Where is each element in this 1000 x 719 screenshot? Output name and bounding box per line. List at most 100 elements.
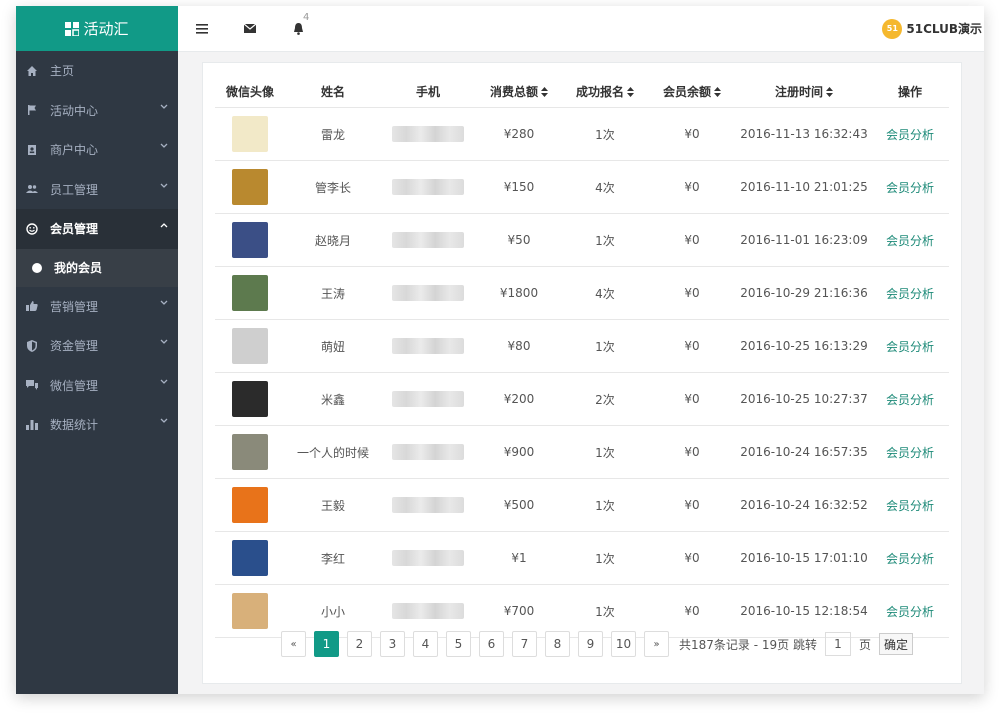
action-cell: 会员分析 <box>871 372 949 426</box>
action-cell: 会员分析 <box>871 478 949 532</box>
total-spent-cell: ¥1800 <box>475 266 563 320</box>
avatar <box>232 275 268 311</box>
sidebar-item-activity-center[interactable]: 活动中心 <box>16 91 178 131</box>
pagination-page-button[interactable]: 10 <box>611 631 636 657</box>
signups-cell: 1次 <box>563 478 647 532</box>
sidebar-item-funds[interactable]: 资金管理 <box>16 326 178 366</box>
member-analysis-link[interactable]: 会员分析 <box>886 234 934 248</box>
chevron-down-icon <box>160 300 168 305</box>
hamburger-icon <box>196 23 208 34</box>
pagination-page-button[interactable]: 1 <box>314 631 339 657</box>
avatar <box>232 487 268 523</box>
total-spent-cell: ¥80 <box>475 319 563 373</box>
chevron-up-icon <box>160 223 168 228</box>
table-row: 管李长 ¥150 4次 ¥0 2016-11-10 21:01:25 会员分析 <box>215 160 949 214</box>
phone-cell <box>381 425 475 479</box>
table-row: 赵晓月 ¥50 1次 ¥0 2016-11-01 16:23:09 会员分析 <box>215 213 949 267</box>
sidebar-item-merchant-center[interactable]: 商户中心 <box>16 130 178 170</box>
pagination-pages: 1 2 3 4 5 6 7 8 9 10 <box>314 631 636 657</box>
pagination-page-button[interactable]: 9 <box>578 631 603 657</box>
sidebar-item-members[interactable]: 会员管理 <box>16 209 178 249</box>
signups-cell: 1次 <box>563 425 647 479</box>
member-analysis-link[interactable]: 会员分析 <box>886 446 934 460</box>
avatar-cell <box>215 372 285 426</box>
phone-cell <box>381 266 475 320</box>
sidebar-item-statistics[interactable]: 数据统计 <box>16 405 178 445</box>
sidebar-subitem-my-members[interactable]: 我的会员 <box>16 248 178 287</box>
phone-cell <box>381 213 475 267</box>
menu-toggle-button[interactable] <box>178 6 226 51</box>
member-analysis-link[interactable]: 会员分析 <box>886 499 934 513</box>
envelope-icon <box>244 24 256 33</box>
pagination-page-button[interactable]: 6 <box>479 631 504 657</box>
balance-cell: ¥0 <box>647 425 737 479</box>
member-analysis-link[interactable]: 会员分析 <box>886 552 934 566</box>
member-analysis-link[interactable]: 会员分析 <box>886 287 934 301</box>
signups-cell: 1次 <box>563 531 647 585</box>
table-row: 米鑫 ¥200 2次 ¥0 2016-10-25 10:27:37 会员分析 <box>215 372 949 426</box>
name-cell: 小小 <box>285 584 381 638</box>
phone-redacted <box>392 285 464 301</box>
pagination-summary: 共187条记录 - 19页 跳转 <box>679 637 817 652</box>
thumbs-up-icon <box>26 300 38 312</box>
phone-cell <box>381 107 475 161</box>
avatar-cell <box>215 319 285 373</box>
column-header-balance[interactable]: 会员余额 <box>647 75 737 108</box>
phone-redacted <box>392 232 464 248</box>
pagination-page-button[interactable]: 4 <box>413 631 438 657</box>
sidebar-item-marketing[interactable]: 营销管理 <box>16 287 178 327</box>
signups-cell: 1次 <box>563 107 647 161</box>
page-jump-input[interactable]: 1 <box>824 632 851 656</box>
registered-cell: 2016-10-25 16:13:29 <box>737 319 871 373</box>
pagination-next-button[interactable]: » <box>644 631 669 657</box>
column-header-total-spent[interactable]: 消费总额 <box>475 75 563 108</box>
pagination-page-button[interactable]: 7 <box>512 631 537 657</box>
name-cell: 米鑫 <box>285 372 381 426</box>
avatar-cell <box>215 478 285 532</box>
sidebar-item-home[interactable]: 主页 <box>16 51 178 91</box>
member-analysis-link[interactable]: 会员分析 <box>886 605 934 619</box>
notifications-button[interactable]: 4 <box>274 6 322 51</box>
pagination-prev-button[interactable]: « <box>281 631 306 657</box>
avatar-cell <box>215 107 285 161</box>
members-panel: 微信头像 姓名 手机 消费总额 成功报名 会员余额 注册时间 操作 雷龙 ¥280… <box>202 62 962 684</box>
sidebar-item-staff[interactable]: 员工管理 <box>16 170 178 210</box>
member-analysis-link[interactable]: 会员分析 <box>886 128 934 142</box>
registered-cell: 2016-10-15 17:01:10 <box>737 531 871 585</box>
registered-cell: 2016-11-10 21:01:25 <box>737 160 871 214</box>
table-row: 王涛 ¥1800 4次 ¥0 2016-10-29 21:16:36 会员分析 <box>215 266 949 320</box>
avatar-cell <box>215 584 285 638</box>
sidebar-item-label: 会员管理 <box>50 222 99 237</box>
pagination-page-button[interactable]: 3 <box>380 631 405 657</box>
registered-cell: 2016-10-24 16:32:52 <box>737 478 871 532</box>
pagination-page-button[interactable]: 5 <box>446 631 471 657</box>
action-cell: 会员分析 <box>871 531 949 585</box>
total-spent-cell: ¥50 <box>475 213 563 267</box>
table-row: 李红 ¥1 1次 ¥0 2016-10-15 17:01:10 会员分析 <box>215 531 949 585</box>
pagination-page-button[interactable]: 2 <box>347 631 372 657</box>
column-header-signups[interactable]: 成功报名 <box>563 75 647 108</box>
phone-redacted <box>392 550 464 566</box>
phone-redacted <box>392 126 464 142</box>
bar-chart-icon <box>26 419 38 431</box>
member-analysis-link[interactable]: 会员分析 <box>886 181 934 195</box>
user-menu[interactable]: 51 51CLUB演示 <box>882 18 984 39</box>
total-spent-cell: ¥500 <box>475 478 563 532</box>
pagination-page-button[interactable]: 8 <box>545 631 570 657</box>
brand-logo[interactable]: 活动汇 <box>16 6 178 51</box>
sidebar-item-wechat[interactable]: 微信管理 <box>16 366 178 406</box>
member-analysis-link[interactable]: 会员分析 <box>886 393 934 407</box>
action-cell: 会员分析 <box>871 266 949 320</box>
signups-cell: 1次 <box>563 319 647 373</box>
total-spent-cell: ¥200 <box>475 372 563 426</box>
table-row: 雷龙 ¥280 1次 ¥0 2016-11-13 16:32:43 会员分析 <box>215 107 949 161</box>
confirm-jump-button[interactable]: 确定 <box>878 633 913 655</box>
sidebar-item-label: 商户中心 <box>50 143 99 158</box>
messages-button[interactable] <box>226 6 274 51</box>
smile-icon <box>26 223 38 235</box>
column-header-registered[interactable]: 注册时间 <box>737 75 871 108</box>
member-analysis-link[interactable]: 会员分析 <box>886 340 934 354</box>
phone-redacted <box>392 444 464 460</box>
avatar <box>232 540 268 576</box>
phone-redacted <box>392 179 464 195</box>
